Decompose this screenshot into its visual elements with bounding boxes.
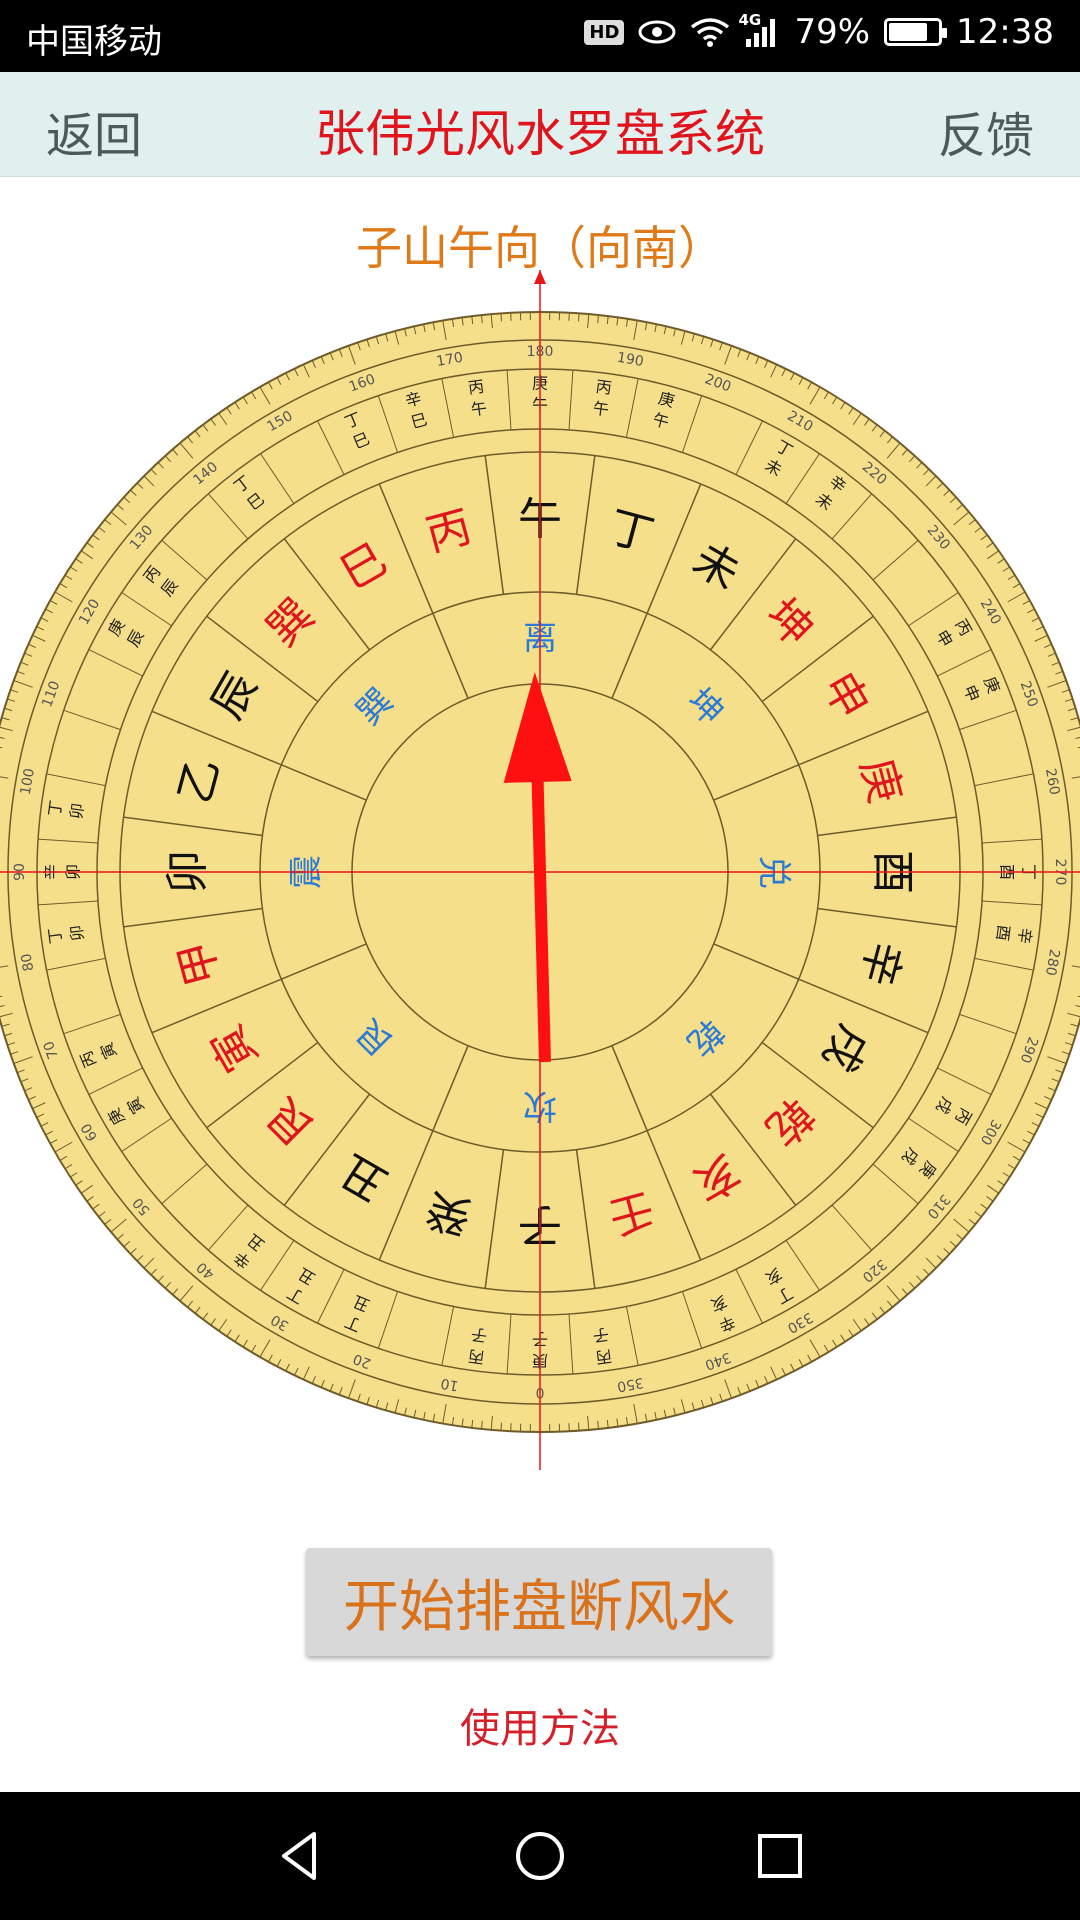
system-nav-bar — [0, 1792, 1080, 1920]
start-reading-button[interactable]: 开始排盘断风水 — [306, 1548, 772, 1656]
outer-cell-char: 卯 — [67, 802, 88, 820]
network-type: 4G — [738, 11, 762, 29]
carrier-name: 中国移动 — [26, 22, 162, 62]
hd-icon: HD — [584, 19, 625, 45]
outer-cell-char: 丙 — [595, 1346, 613, 1367]
status-bar: 中国移动 HD 4G 79% 12:38 — [0, 0, 1080, 72]
degree-tick — [500, 313, 502, 322]
wifi-icon — [690, 17, 730, 47]
outer-cell-char: 子 — [592, 1325, 610, 1346]
signal-icon: 4G — [738, 11, 780, 47]
battery-icon — [884, 18, 948, 46]
outer-cell-char: 酉 — [993, 924, 1014, 942]
page-title: 张伟光风水罗盘系统 — [315, 105, 765, 163]
clock: 12:38 — [956, 12, 1054, 52]
degree-label: 10 — [440, 1375, 460, 1394]
battery-percent: 79% — [794, 12, 871, 52]
recent-square-icon[interactable] — [750, 1826, 810, 1886]
outer-cell-char: 子 — [470, 1325, 488, 1346]
back-triangle-icon[interactable] — [270, 1826, 330, 1886]
outer-cell-char: 午 — [592, 399, 610, 420]
direction-label: 子山午向（向南） — [356, 221, 724, 275]
outer-cell-char: 丁 — [45, 799, 66, 817]
home-circle-icon[interactable] — [510, 1826, 570, 1886]
outer-cell-char: 午 — [470, 399, 488, 420]
feedback-button[interactable]: 反馈 — [938, 96, 1034, 166]
help-link[interactable]: 使用方法 — [0, 1696, 1080, 1754]
degree-label: 80 — [18, 952, 37, 972]
crosshair-arrow — [534, 270, 546, 284]
outer-cell-char: 丙 — [467, 377, 485, 398]
compass-dial[interactable]: 0102030405060708090100110120130140150160… — [0, 270, 1080, 1480]
degree-tick — [578, 313, 580, 322]
eye-icon — [638, 19, 676, 45]
outer-cell-char: 辛 — [1014, 927, 1035, 945]
app-header: 返回 张伟光风水罗盘系统 反馈 — [0, 72, 1080, 177]
degree-tick — [500, 1422, 502, 1431]
degree-tick — [578, 1422, 580, 1431]
outer-cell-char: 丙 — [467, 1346, 485, 1367]
compass[interactable]: 0102030405060708090100110120130140150160… — [0, 270, 1080, 1480]
status-icons: HD 4G 79% 12:38 — [584, 11, 1054, 52]
outer-cell-char: 卯 — [67, 924, 88, 942]
outer-cell-char: 丙 — [595, 377, 613, 398]
outer-cell-char: 丁 — [45, 927, 66, 945]
